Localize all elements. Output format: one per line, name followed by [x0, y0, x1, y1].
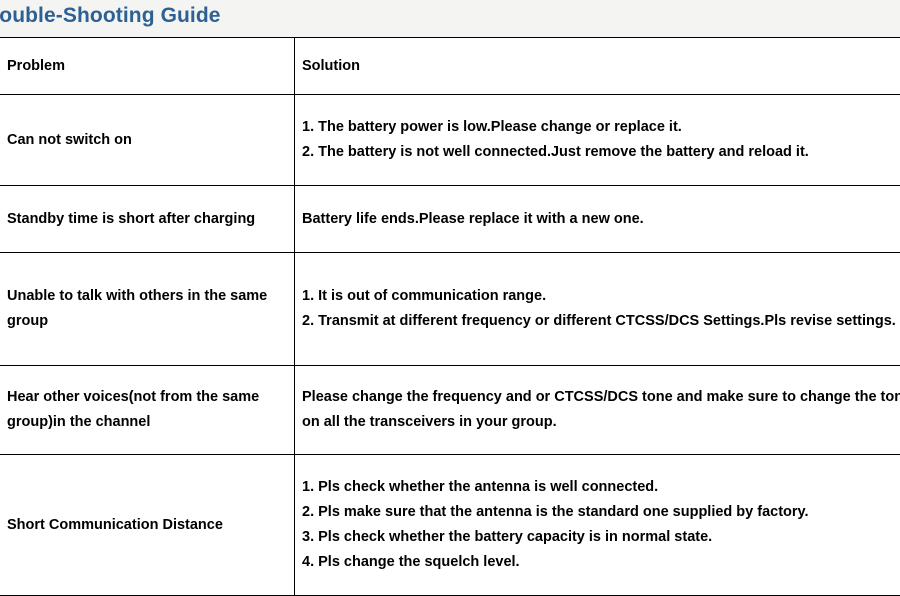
solution-cell: Battery life ends.Please replace it with… — [295, 186, 900, 253]
problem-cell: Hear other voices(not from the same grou… — [0, 366, 295, 455]
problem-cell: Short Communication Distance — [0, 455, 295, 596]
solution-line: 2. Pls make sure that the antenna is the… — [302, 500, 900, 525]
solution-list: 1. Pls check whether the antenna is well… — [302, 475, 900, 575]
solution-list: Please change the frequency and or CTCSS… — [302, 385, 900, 435]
title-strip: rouble-Shooting Guide — [0, 0, 900, 37]
solution-line: 2. Transmit at different frequency or di… — [302, 309, 900, 334]
page-title: rouble-Shooting Guide — [0, 1, 221, 31]
solution-cell: Please change the frequency and or CTCSS… — [295, 366, 900, 455]
solution-list: 1. It is out of communication range. 2. … — [302, 284, 900, 334]
solution-line: Please change the frequency and or CTCSS… — [302, 385, 900, 435]
table-row: Short Communication Distance 1. Pls chec… — [0, 455, 900, 596]
solution-line: 1. The battery power is low.Please chang… — [302, 115, 900, 140]
table-row: Standby time is short after charging Bat… — [0, 186, 900, 253]
problem-cell: Can not switch on — [0, 95, 295, 186]
table-header-row: Problem Solution — [0, 38, 900, 95]
solution-line: 4. Pls change the squelch level. — [302, 550, 900, 575]
table-row: Can not switch on 1. The battery power i… — [0, 95, 900, 186]
solution-line: 1. It is out of communication range. — [302, 284, 900, 309]
problem-cell: Standby time is short after charging — [0, 186, 295, 253]
problem-cell: Unable to talk with others in the same g… — [0, 253, 295, 366]
troubleshooting-table: Problem Solution Can not switch on 1. Th… — [0, 37, 900, 596]
solution-list: Battery life ends.Please replace it with… — [302, 207, 900, 232]
solution-line: Battery life ends.Please replace it with… — [302, 207, 900, 232]
solution-line: 3. Pls check whether the battery capacit… — [302, 525, 900, 550]
table-row: Unable to talk with others in the same g… — [0, 253, 900, 366]
solution-list: 1. The battery power is low.Please chang… — [302, 115, 900, 165]
column-header-problem: Problem — [0, 38, 295, 95]
column-header-solution: Solution — [295, 38, 900, 95]
table-row: Hear other voices(not from the same grou… — [0, 366, 900, 455]
troubleshooting-guide-page: rouble-Shooting Guide Problem Solution C… — [0, 0, 900, 591]
solution-line: 1. Pls check whether the antenna is well… — [302, 475, 900, 500]
solution-cell: 1. Pls check whether the antenna is well… — [295, 455, 900, 596]
solution-cell: 1. It is out of communication range. 2. … — [295, 253, 900, 366]
solution-cell: 1. The battery power is low.Please chang… — [295, 95, 900, 186]
solution-line: 2. The battery is not well connected.Jus… — [302, 140, 900, 165]
